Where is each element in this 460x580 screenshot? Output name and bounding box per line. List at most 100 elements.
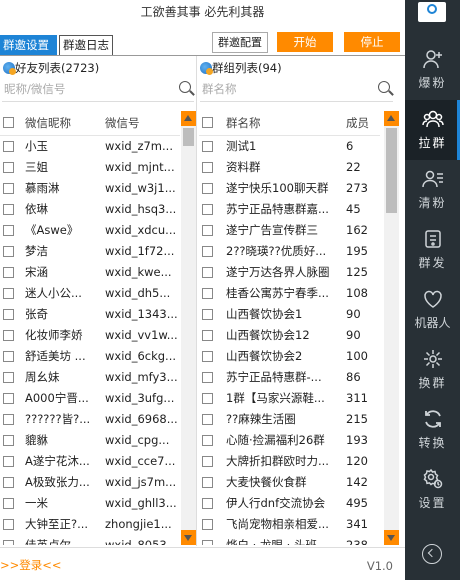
table-row[interactable]: 测试1 6: [199, 136, 380, 157]
row-checkbox[interactable]: [202, 162, 213, 173]
row-checkbox[interactable]: [202, 309, 213, 320]
table-row[interactable]: 舒适美坊 ... wxid_6ckg...: [0, 346, 180, 367]
table-row[interactable]: 《Aswe》 wxid_xdcu...: [0, 220, 180, 241]
table-row[interactable]: 烨白 · 龙眼 · 头班 238: [199, 535, 380, 545]
row-checkbox[interactable]: [202, 393, 213, 404]
column-header-group-name[interactable]: 群名称: [226, 111, 261, 136]
table-row[interactable]: 小玉 wxid_z7m...: [0, 136, 180, 157]
groups-scrollbar[interactable]: [384, 111, 399, 545]
table-row[interactable]: 遂宁广告宣传群三 162: [199, 220, 380, 241]
group-invite-config-button[interactable]: 群邀配置: [212, 32, 268, 53]
table-row[interactable]: 化妆师李娇 wxid_vv1w...: [0, 325, 180, 346]
start-button[interactable]: 开始: [277, 32, 333, 52]
row-checkbox[interactable]: [202, 204, 213, 215]
row-checkbox[interactable]: [202, 519, 213, 530]
table-row[interactable]: 梦洁 wxid_1f72...: [0, 241, 180, 262]
row-checkbox[interactable]: [3, 414, 14, 425]
table-row[interactable]: A遂宁花沐... wxid_cce7...: [0, 451, 180, 472]
table-row[interactable]: A极致张力... wxid_js7m...: [0, 472, 180, 493]
table-row[interactable]: 资料群 22: [199, 157, 380, 178]
table-row[interactable]: 山西餐饮协会2 100: [199, 346, 380, 367]
collapse-sidebar-icon[interactable]: [422, 544, 442, 564]
row-checkbox[interactable]: [3, 372, 14, 383]
table-row[interactable]: 周幺妹 wxid_mfy3...: [0, 367, 180, 388]
row-checkbox[interactable]: [3, 330, 14, 341]
row-checkbox[interactable]: [3, 309, 14, 320]
row-checkbox[interactable]: [202, 372, 213, 383]
table-row[interactable]: 貔貅 wxid_cpg...: [0, 430, 180, 451]
row-checkbox[interactable]: [202, 288, 213, 299]
row-checkbox[interactable]: [202, 477, 213, 488]
sidebar-item-convert[interactable]: 转换: [405, 400, 460, 460]
table-row[interactable]: 佳英卢尔... wxid_8053...: [0, 535, 180, 545]
friends-search-input[interactable]: [2, 78, 194, 100]
row-checkbox[interactable]: [202, 414, 213, 425]
row-checkbox[interactable]: [202, 498, 213, 509]
row-checkbox[interactable]: [202, 435, 213, 446]
row-checkbox[interactable]: [3, 498, 14, 509]
table-row[interactable]: 依琳 wxid_hsq3...: [0, 199, 180, 220]
sidebar-item-clear-fans[interactable]: 清粉: [405, 160, 460, 220]
row-checkbox[interactable]: [3, 204, 14, 215]
friends-scroll-thumb[interactable]: [183, 128, 194, 146]
table-row[interactable]: ??????皆?... wxid_6968...: [0, 409, 180, 430]
table-row[interactable]: 慕雨淋 wxid_w3j1...: [0, 178, 180, 199]
table-row[interactable]: 遂宁快乐100聊天群 273: [199, 178, 380, 199]
row-checkbox[interactable]: [202, 330, 213, 341]
tab-group-invite-log[interactable]: 群邀日志: [59, 35, 113, 56]
groups-search-input[interactable]: [200, 78, 393, 100]
row-checkbox[interactable]: [202, 351, 213, 362]
select-all-groups-checkbox[interactable]: [202, 117, 213, 128]
column-header-members[interactable]: 成员: [346, 111, 369, 136]
table-row[interactable]: A000宁晋... wxid_3ufg...: [0, 388, 180, 409]
row-checkbox[interactable]: [202, 183, 213, 194]
row-checkbox[interactable]: [3, 141, 14, 152]
sidebar-item-pull-group[interactable]: 拉群: [405, 100, 460, 160]
row-checkbox[interactable]: [3, 246, 14, 257]
sidebar-item-settings[interactable]: 设置: [405, 460, 460, 520]
row-checkbox[interactable]: [3, 519, 14, 530]
table-row[interactable]: 大麦快餐伙食群 142: [199, 472, 380, 493]
row-checkbox[interactable]: [202, 456, 213, 467]
column-header-nickname[interactable]: 微信昵称: [25, 111, 71, 136]
select-all-friends-checkbox[interactable]: [3, 117, 14, 128]
row-checkbox[interactable]: [3, 477, 14, 488]
table-row[interactable]: 大钟至正?... zhongjie1...: [0, 514, 180, 535]
stop-button[interactable]: 停止: [344, 32, 400, 52]
scroll-down-icon[interactable]: [181, 530, 196, 545]
row-checkbox[interactable]: [202, 540, 213, 545]
row-checkbox[interactable]: [202, 225, 213, 236]
sidebar-item-robot[interactable]: 机器人: [405, 280, 460, 340]
tab-group-invite-settings[interactable]: 群邀设置: [0, 35, 57, 56]
scroll-down-icon[interactable]: [384, 530, 399, 545]
table-row[interactable]: 桂香公寓苏宁春季... 108: [199, 283, 380, 304]
sidebar-item-add-fans[interactable]: 爆粉: [405, 40, 460, 100]
table-row[interactable]: 宋涵 wxid_kwe...: [0, 262, 180, 283]
row-checkbox[interactable]: [3, 162, 14, 173]
table-row[interactable]: 山西餐饮协会12 90: [199, 325, 380, 346]
row-checkbox[interactable]: [3, 393, 14, 404]
groups-scroll-thumb[interactable]: [386, 128, 397, 213]
row-checkbox[interactable]: [202, 246, 213, 257]
login-link[interactable]: >>登录<<: [0, 557, 62, 573]
row-checkbox[interactable]: [3, 225, 14, 236]
table-row[interactable]: ??麻辣生活圈 215: [199, 409, 380, 430]
table-row[interactable]: 遂宁万达各界人脉圈 125: [199, 262, 380, 283]
search-icon[interactable]: [378, 81, 390, 93]
row-checkbox[interactable]: [3, 456, 14, 467]
table-row[interactable]: 1群【马家兴源鞋... 311: [199, 388, 380, 409]
table-row[interactable]: 飞尚宠物相亲相爱... 341: [199, 514, 380, 535]
row-checkbox[interactable]: [3, 435, 14, 446]
table-row[interactable]: 苏宁正品特惠群-... 86: [199, 367, 380, 388]
table-row[interactable]: 2??晓瑛??优质好... 195: [199, 241, 380, 262]
search-icon[interactable]: [179, 81, 191, 93]
row-checkbox[interactable]: [202, 267, 213, 278]
table-row[interactable]: 一米 wxid_ghll3...: [0, 493, 180, 514]
table-row[interactable]: 苏宁正品特惠群嘉... 45: [199, 199, 380, 220]
sidebar-item-switch-group[interactable]: 换群: [405, 340, 460, 400]
table-row[interactable]: 迷人小公... wxid_dh5...: [0, 283, 180, 304]
row-checkbox[interactable]: [3, 288, 14, 299]
table-row[interactable]: 三姐 wxid_mjnt...: [0, 157, 180, 178]
table-row[interactable]: 伊人行dnf交流协会 495: [199, 493, 380, 514]
row-checkbox[interactable]: [202, 141, 213, 152]
